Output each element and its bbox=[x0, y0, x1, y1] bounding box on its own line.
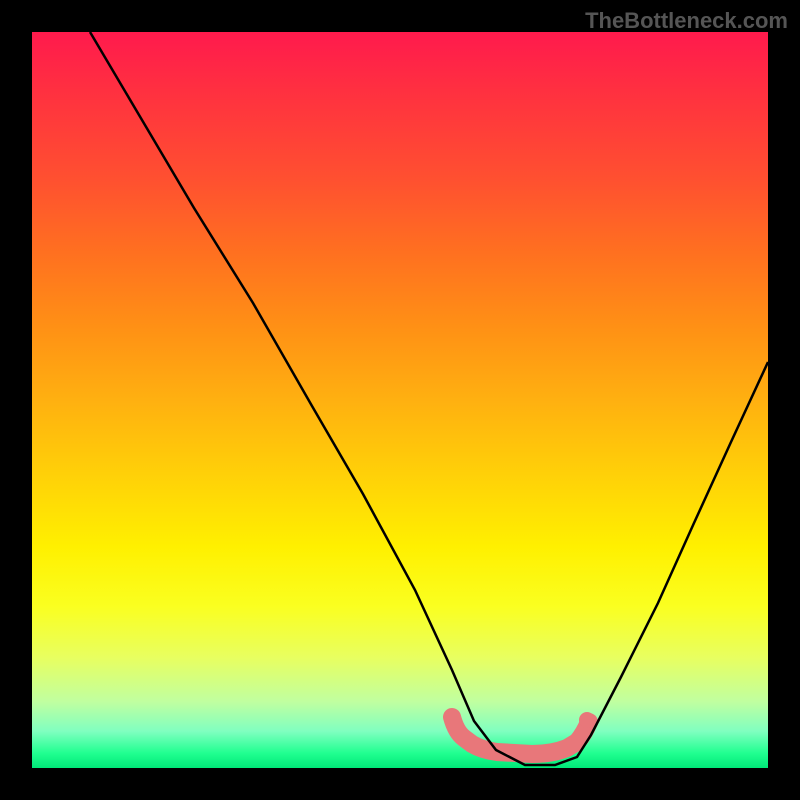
bottleneck-curve bbox=[90, 32, 768, 765]
watermark-text: TheBottleneck.com bbox=[585, 8, 788, 34]
chart-svg bbox=[32, 32, 768, 768]
chart-plot-area bbox=[32, 32, 768, 768]
